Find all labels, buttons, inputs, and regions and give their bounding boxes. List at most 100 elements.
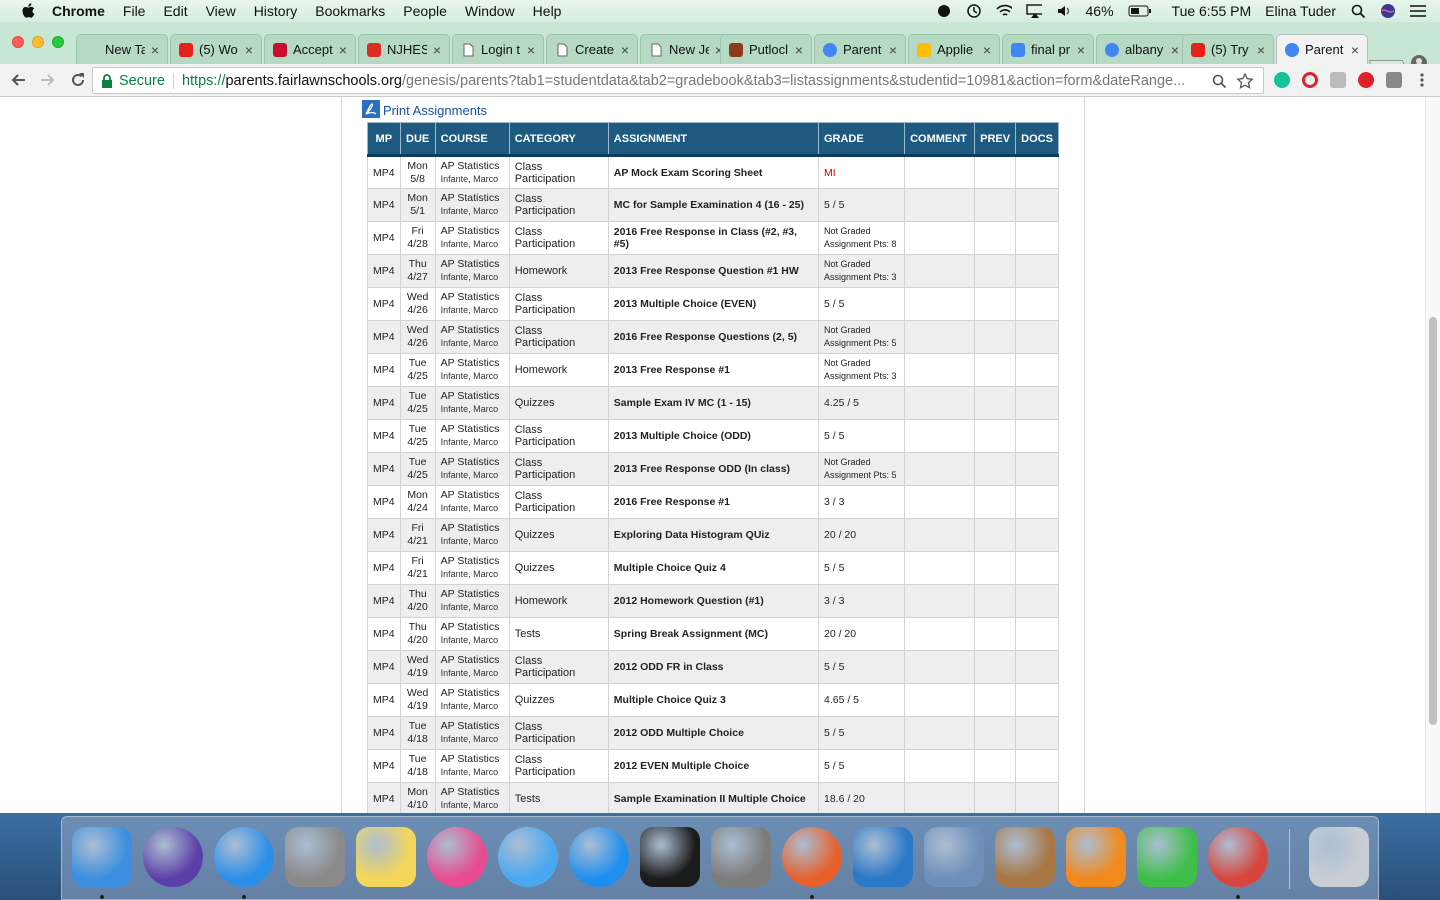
apple-menu-icon[interactable] bbox=[20, 3, 36, 19]
header-mp[interactable]: MP bbox=[367, 122, 401, 157]
cell-assignment[interactable]: 2016 Free Response #1 bbox=[607, 485, 819, 519]
cell-assignment[interactable]: 2013 Multiple Choice (ODD) bbox=[607, 419, 819, 453]
tab-5[interactable]: Create × bbox=[546, 34, 638, 64]
opera-extension-icon[interactable] bbox=[1302, 72, 1318, 88]
tab-close-icon[interactable]: × bbox=[1349, 42, 1361, 58]
menu-bookmarks[interactable]: Bookmarks bbox=[315, 3, 385, 19]
header-course[interactable]: COURSE bbox=[434, 122, 510, 157]
tab-close-icon[interactable]: × bbox=[887, 42, 899, 58]
chrome-menu-icon[interactable] bbox=[1414, 72, 1430, 88]
page-scrollbar[interactable] bbox=[1425, 97, 1440, 813]
tab-9[interactable]: Applie × bbox=[908, 34, 1000, 64]
airplay-icon[interactable] bbox=[1025, 4, 1042, 18]
cell-assignment[interactable]: 2012 ODD Multiple Choice bbox=[607, 716, 819, 750]
cell-assignment[interactable]: 2016 Free Response in Class (#2, #3, #5) bbox=[607, 221, 819, 255]
battery-icon[interactable] bbox=[1128, 4, 1152, 18]
cell-assignment[interactable]: 2013 Multiple Choice (EVEN) bbox=[607, 287, 819, 321]
cell-assignment[interactable]: 2012 Homework Question (#1) bbox=[607, 584, 819, 618]
cell-assignment[interactable]: Multiple Choice Quiz 4 bbox=[607, 551, 819, 585]
tab-close-icon[interactable]: × bbox=[619, 42, 631, 58]
menu-view[interactable]: View bbox=[206, 3, 236, 19]
tab-0[interactable]: New Tab × bbox=[76, 34, 168, 64]
print-assignments-link[interactable]: Print Assignments bbox=[362, 100, 487, 118]
siri-icon[interactable] bbox=[1380, 4, 1396, 18]
grammarly-extension-icon[interactable] bbox=[1274, 72, 1290, 88]
app-store-icon[interactable] bbox=[569, 827, 629, 887]
messages-icon[interactable] bbox=[498, 827, 558, 887]
cell-assignment[interactable]: MC for Sample Examination 4 (16 - 25) bbox=[607, 188, 819, 222]
tab-10[interactable]: final pr × bbox=[1002, 34, 1094, 64]
trash-icon[interactable] bbox=[1309, 827, 1369, 887]
tab-close-icon[interactable]: × bbox=[1169, 42, 1181, 58]
tab-close-icon[interactable]: × bbox=[1075, 42, 1087, 58]
cell-assignment[interactable]: Exploring Data Histogram QUiz bbox=[607, 518, 819, 552]
cell-assignment[interactable]: 2013 Free Response Question #1 HW bbox=[607, 254, 819, 288]
pinterest-extension-icon[interactable] bbox=[1358, 72, 1374, 88]
tab-close-icon[interactable]: × bbox=[981, 42, 993, 58]
menu-app-name[interactable]: Chrome bbox=[52, 3, 105, 19]
menubar-clock[interactable]: Tue 6:55 PM bbox=[1172, 3, 1252, 19]
grammarly-status-icon[interactable] bbox=[936, 4, 952, 18]
tab-close-icon[interactable]: × bbox=[525, 42, 537, 58]
minimize-window-button[interactable] bbox=[32, 36, 44, 48]
lock-icon[interactable] bbox=[101, 73, 115, 88]
tab-13[interactable]: Parent × bbox=[1276, 34, 1368, 64]
header-grade[interactable]: GRADE bbox=[817, 122, 906, 157]
pocket-extension-icon[interactable] bbox=[1386, 72, 1402, 88]
tab-2[interactable]: Accept × bbox=[264, 34, 356, 64]
tab-close-icon[interactable]: × bbox=[793, 42, 805, 58]
tab-6[interactable]: New Je × bbox=[640, 34, 732, 64]
calculator-icon[interactable] bbox=[285, 827, 345, 887]
tab-close-icon[interactable]: × bbox=[337, 42, 349, 58]
word-icon[interactable] bbox=[853, 827, 913, 887]
zoom-icon[interactable] bbox=[1211, 73, 1227, 89]
facetime-icon[interactable] bbox=[1137, 827, 1197, 887]
preview-icon[interactable] bbox=[924, 827, 984, 887]
tab-3[interactable]: NJHES × bbox=[358, 34, 450, 64]
menubar-user[interactable]: Elina Tuder bbox=[1265, 3, 1336, 19]
forward-icon[interactable] bbox=[38, 70, 58, 90]
url-text[interactable]: https://parents.fairlawnschools.org/gene… bbox=[182, 73, 1211, 89]
notes-icon[interactable] bbox=[356, 827, 416, 887]
header-assignment[interactable]: ASSIGNMENT bbox=[607, 122, 819, 157]
chrome-icon[interactable] bbox=[1208, 827, 1268, 887]
tab-1[interactable]: (5) Wo × bbox=[170, 34, 262, 64]
header-comment[interactable]: COMMENT bbox=[904, 122, 976, 157]
wifi-icon[interactable] bbox=[995, 4, 1012, 18]
volume-icon[interactable] bbox=[1056, 4, 1072, 18]
menu-people[interactable]: People bbox=[403, 3, 447, 19]
reload-icon[interactable] bbox=[68, 70, 88, 90]
tab-close-icon[interactable]: × bbox=[1255, 42, 1267, 58]
menu-window[interactable]: Window bbox=[465, 3, 515, 19]
siri-icon[interactable] bbox=[143, 827, 203, 887]
back-icon[interactable] bbox=[8, 70, 28, 90]
itunes-icon[interactable] bbox=[427, 827, 487, 887]
close-window-button[interactable] bbox=[12, 36, 24, 48]
menu-history[interactable]: History bbox=[254, 3, 298, 19]
header-docs[interactable]: DOCS bbox=[1015, 122, 1059, 157]
tab-close-icon[interactable]: × bbox=[243, 42, 255, 58]
cell-assignment[interactable]: Sample Examination II Multiple Choice bbox=[607, 782, 819, 813]
menu-edit[interactable]: Edit bbox=[163, 3, 187, 19]
header-prev[interactable]: PREV bbox=[974, 122, 1017, 157]
spotlight-icon[interactable] bbox=[1350, 4, 1366, 18]
activity-monitor-icon[interactable] bbox=[640, 827, 700, 887]
zoom-window-button[interactable] bbox=[52, 36, 64, 48]
cell-assignment[interactable]: 2012 ODD FR in Class bbox=[607, 650, 819, 684]
header-due[interactable]: DUE bbox=[399, 122, 436, 157]
cell-assignment[interactable]: Spring Break Assignment (MC) bbox=[607, 617, 819, 651]
menu-file[interactable]: File bbox=[123, 3, 146, 19]
tab-4[interactable]: Login t × bbox=[452, 34, 544, 64]
tools-extension-icon[interactable] bbox=[1330, 72, 1346, 88]
address-bar[interactable]: Secure https://parents.fairlawnschools.o… bbox=[92, 67, 1264, 94]
tab-7[interactable]: Putlocl × bbox=[720, 34, 812, 64]
tab-close-icon[interactable]: × bbox=[431, 42, 443, 58]
cell-assignment[interactable]: 2013 Free Response #1 bbox=[607, 353, 819, 387]
secure-label[interactable]: Secure bbox=[119, 73, 165, 89]
finder-icon[interactable] bbox=[72, 827, 132, 887]
system-preferences-icon[interactable] bbox=[711, 827, 771, 887]
firefox-icon[interactable] bbox=[782, 827, 842, 887]
safari-icon[interactable] bbox=[214, 827, 274, 887]
vlc-icon[interactable] bbox=[1066, 827, 1126, 887]
header-category[interactable]: CATEGORY bbox=[508, 122, 609, 157]
